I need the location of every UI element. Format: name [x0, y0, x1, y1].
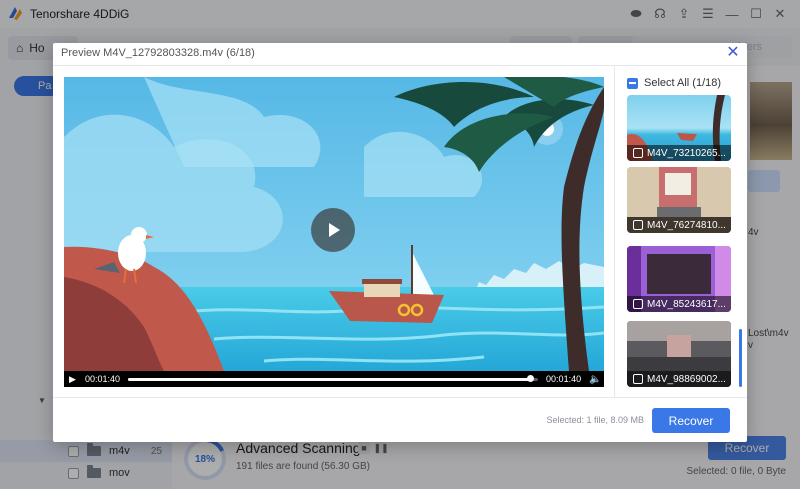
- recover-label: Recover: [668, 413, 714, 428]
- thumbnail-checkbox[interactable]: [633, 299, 643, 309]
- preview-title: Preview M4V_12792803328.m4v (6/18): [61, 47, 255, 59]
- divider: [53, 397, 747, 398]
- play-icon: [329, 223, 340, 237]
- thumbnail-checkbox[interactable]: [633, 374, 643, 384]
- thumbnail-checkbox[interactable]: [633, 220, 643, 230]
- thumbnail-name: M4V_73210265...: [647, 147, 726, 159]
- total-time: 00:01:40: [546, 374, 582, 384]
- select-all-label: Select All (1/18): [644, 77, 722, 89]
- play-small-icon[interactable]: ▶: [69, 374, 83, 385]
- thumbnail-name: M4V_98869002...: [647, 373, 726, 385]
- seek-handle[interactable]: [526, 374, 534, 382]
- recover-button[interactable]: Recover: [652, 408, 730, 433]
- thumbnail-item[interactable]: M4V_98869002...: [627, 321, 731, 387]
- divider: [53, 65, 747, 66]
- divider: [614, 65, 615, 397]
- volume-icon[interactable]: 🔈: [589, 374, 601, 385]
- thumbnail-name: M4V_76274810...: [647, 219, 726, 231]
- thumbnail-name: M4V_85243617...: [647, 298, 726, 310]
- preview-dialog: Preview M4V_12792803328.m4v (6/18) ✕ ▶ 0…: [53, 43, 747, 442]
- selected-summary: Selected: 1 file, 8.09 MB: [546, 415, 644, 425]
- seek-progress: [128, 377, 530, 381]
- player-controls: ▶ 00:01:40 00:01:40 🔈: [64, 371, 604, 387]
- select-all-checkbox[interactable]: Select All (1/18): [627, 77, 721, 89]
- thumbnail-item[interactable]: M4V_76274810...: [627, 167, 731, 233]
- thumbnail-item[interactable]: M4V_85243617...: [627, 246, 731, 312]
- seek-bar[interactable]: [128, 374, 539, 382]
- current-time: 00:01:40: [85, 374, 121, 384]
- play-button[interactable]: [311, 208, 355, 252]
- thumbnail-checkbox[interactable]: [633, 148, 643, 158]
- thumbnail-item[interactable]: M4V_73210265...: [627, 95, 731, 161]
- partial-checkbox-icon: [627, 77, 638, 89]
- video-player[interactable]: ▶ 00:01:40 00:01:40 🔈: [64, 77, 604, 387]
- close-icon[interactable]: ✕: [725, 45, 741, 62]
- thumbnail-scrollbar[interactable]: [739, 329, 742, 387]
